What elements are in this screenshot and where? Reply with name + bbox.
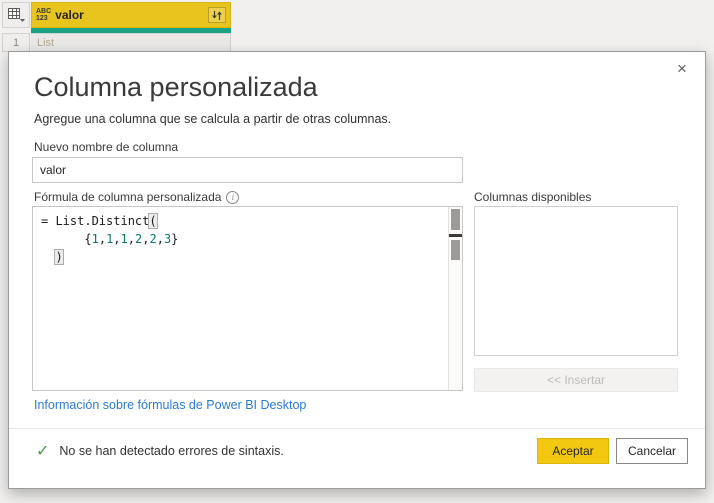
checkmark-icon: ✓ <box>36 443 50 460</box>
formula-label: Fórmula de columna personalizada i <box>34 190 240 204</box>
table-grid-icon <box>7 8 25 22</box>
scrollbar-split-line <box>449 234 462 237</box>
dialog-subtitle: Agregue una columna que se calcula a par… <box>34 112 392 126</box>
syntax-status: ✓ No se han detectado errores de sintaxi… <box>36 441 284 461</box>
formula-label-text: Fórmula de columna personalizada <box>34 190 222 204</box>
info-icon[interactable]: i <box>226 190 240 204</box>
available-columns-label: Columnas disponibles <box>474 190 592 204</box>
formulas-help-link[interactable]: Información sobre fórmulas de Power BI D… <box>34 398 306 412</box>
column-name: valor <box>55 8 84 22</box>
new-column-name-input[interactable] <box>32 157 463 183</box>
data-type-any-icon: ABC 123 <box>36 8 52 22</box>
dialog-title: Columna personalizada <box>34 72 318 102</box>
row-number: 1 <box>2 33 30 52</box>
close-button[interactable]: × <box>671 58 693 80</box>
column-header-valor[interactable]: ABC 123 valor <box>31 2 231 28</box>
table-cell-list[interactable]: List <box>31 33 231 52</box>
new-column-name-label: Nuevo nombre de columna <box>34 140 179 154</box>
expand-arrows-icon <box>212 10 222 20</box>
expand-column-button[interactable] <box>208 7 226 23</box>
custom-column-dialog: × Columna personalizada Agregue una colu… <box>8 51 706 489</box>
accept-button[interactable]: Aceptar <box>537 438 609 464</box>
formula-scrollbar[interactable] <box>448 207 462 390</box>
available-columns-list[interactable] <box>474 206 678 356</box>
insert-button[interactable]: << Insertar <box>474 368 678 392</box>
cancel-button[interactable]: Cancelar <box>616 438 688 464</box>
formula-code[interactable]: = List.Distinct( {1,1,1,2,2,3} ) <box>33 207 448 390</box>
formula-editor[interactable]: = List.Distinct( {1,1,1,2,2,3} ) <box>32 206 463 391</box>
scrollbar-thumb[interactable] <box>451 240 460 260</box>
table-select-all-button[interactable] <box>2 2 30 28</box>
footer-divider <box>9 428 705 429</box>
syntax-status-text: No se han detectado errores de sintaxis. <box>59 444 284 458</box>
scrollbar-thumb[interactable] <box>451 209 460 230</box>
